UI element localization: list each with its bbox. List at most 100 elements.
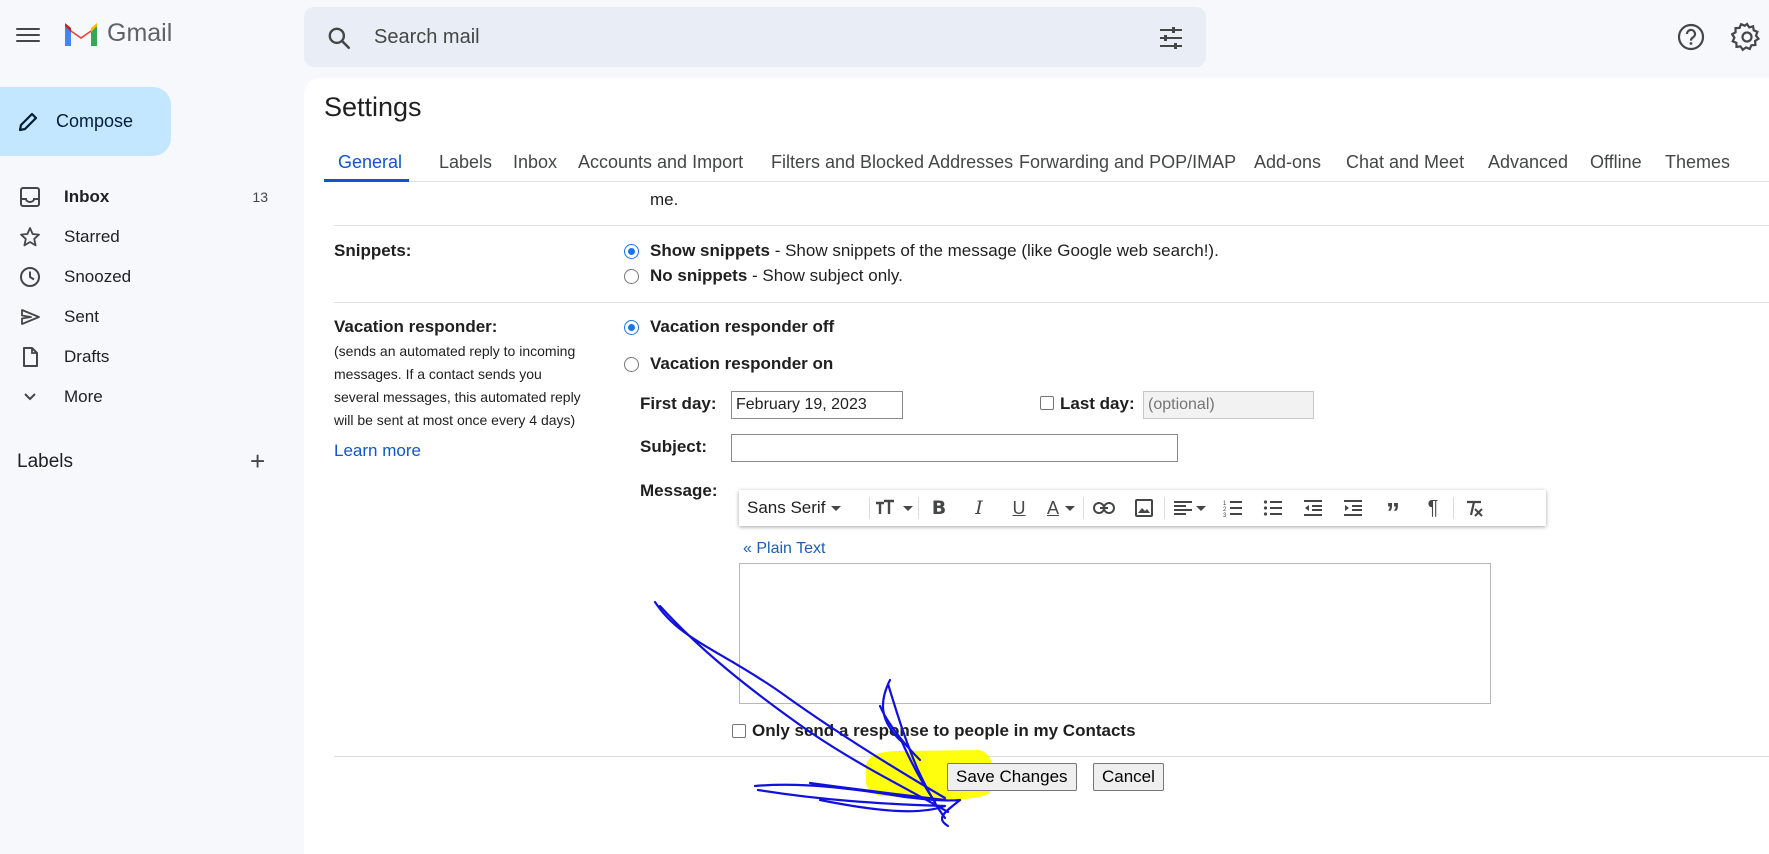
labels-heading: Labels [17, 451, 73, 472]
page-title: Settings [324, 92, 422, 122]
pencil-icon [18, 112, 38, 131]
top-bar: Gmail [0, 0, 1769, 74]
text-color-icon[interactable]: A [1039, 490, 1083, 526]
tab-advanced[interactable]: Advanced [1488, 152, 1568, 173]
chevron-down-icon [18, 385, 42, 409]
tab-add-ons[interactable]: Add-ons [1254, 152, 1321, 173]
tab-inbox[interactable]: Inbox [513, 152, 557, 173]
clock-icon [18, 265, 42, 289]
vacation-responder-description: (sends an automated reply to incoming me… [334, 343, 581, 428]
search-icon[interactable] [326, 25, 352, 51]
first-day-label: First day: [640, 394, 717, 413]
font-family-select[interactable]: Sans Serif [739, 490, 869, 526]
sidebar-item-drafts[interactable]: Drafts [0, 337, 280, 377]
sidebar-item-snoozed[interactable]: Snoozed [0, 257, 280, 297]
tab-offline[interactable]: Offline [1590, 152, 1642, 173]
contacts-only-label: Only send a response to people in my Con… [752, 721, 1136, 740]
active-tab-indicator [324, 179, 409, 182]
send-icon [18, 305, 42, 329]
show-snippets-radio[interactable] [624, 244, 639, 259]
sidebar-item-starred[interactable]: Starred [0, 217, 280, 257]
draft-icon [18, 345, 42, 369]
font-size-icon[interactable] [870, 490, 918, 526]
sidebar-item-label: Starred [64, 227, 120, 246]
tab-chat-and-meet[interactable]: Chat and Meet [1346, 152, 1464, 173]
sidebar-item-label: Sent [64, 307, 99, 326]
tab-themes[interactable]: Themes [1665, 152, 1730, 173]
learn-more-link[interactable]: Learn more [334, 441, 421, 461]
indent-less-icon[interactable] [1293, 490, 1333, 526]
gmail-logo[interactable]: Gmail [63, 19, 172, 48]
help-icon[interactable] [1676, 22, 1706, 52]
unread-count: 13 [252, 189, 268, 205]
save-changes-button[interactable]: Save Changes [947, 763, 1077, 791]
settings-gear-icon[interactable] [1731, 21, 1763, 53]
first-day-input[interactable] [731, 391, 903, 419]
insert-image-icon[interactable] [1124, 490, 1164, 526]
sidebar-item-label: Inbox [64, 187, 110, 206]
bulleted-list-icon[interactable] [1253, 490, 1293, 526]
text-direction-icon[interactable]: ¶ [1413, 490, 1453, 526]
add-label-icon[interactable]: + [250, 448, 265, 474]
snippets-label: Snippets: [334, 241, 412, 260]
message-body-editor[interactable] [739, 563, 1491, 704]
divider [334, 302, 1769, 303]
last-day-input[interactable] [1143, 391, 1314, 419]
vacation-off-option: Vacation responder off [650, 317, 835, 336]
indent-more-icon[interactable] [1333, 490, 1373, 526]
star-icon [18, 225, 42, 249]
plain-text-link[interactable]: « Plain Text [743, 540, 825, 558]
no-snippets-option: No snippets - Show subject only. [650, 266, 903, 285]
remove-formatting-icon[interactable] [1454, 490, 1494, 526]
main-menu-icon[interactable] [14, 24, 42, 48]
subject-input[interactable] [731, 434, 1178, 462]
link-icon[interactable] [1084, 490, 1124, 526]
divider [334, 756, 1769, 757]
align-icon[interactable] [1165, 490, 1213, 526]
quote-icon[interactable]: ” [1373, 490, 1413, 527]
search-bar[interactable] [304, 7, 1206, 67]
underline-icon[interactable]: U [999, 490, 1039, 526]
search-input[interactable] [374, 19, 1134, 55]
sidebar-item-more[interactable]: More [0, 377, 280, 417]
tab-filters[interactable]: Filters and Blocked Addresses [771, 152, 1013, 173]
tab-accounts-and-import[interactable]: Accounts and Import [578, 152, 743, 173]
search-options-icon[interactable] [1158, 26, 1184, 50]
no-snippets-radio[interactable] [624, 269, 639, 284]
app-name: Gmail [107, 19, 173, 47]
italic-icon[interactable]: I [959, 490, 999, 526]
sidebar-item-label: Drafts [64, 347, 110, 366]
last-day-checkbox[interactable] [1040, 396, 1054, 410]
numbered-list-icon[interactable]: 123 [1213, 490, 1253, 526]
previous-setting-text: me. [650, 190, 679, 209]
font-family-label: Sans Serif [747, 498, 826, 517]
gmail-m-icon [65, 22, 97, 46]
cancel-button[interactable]: Cancel [1093, 763, 1164, 791]
last-day-label: Last day: [1060, 394, 1135, 413]
sidebar-item-label: Snoozed [64, 267, 132, 286]
tab-labels[interactable]: Labels [439, 152, 492, 173]
compose-label: Compose [56, 111, 134, 131]
vacation-off-radio[interactable] [624, 320, 639, 335]
settings-tabs: General Labels Inbox Accounts and Import… [324, 144, 1769, 182]
formatting-toolbar: Sans Serif B I U A 123 ” ¶ [739, 490, 1546, 527]
sidebar-item-inbox[interactable]: Inbox 13 [0, 177, 280, 217]
compose-button[interactable]: Compose [0, 87, 171, 156]
settings-panel: Settings General Labels Inbox Accounts a… [304, 78, 1769, 854]
subject-label: Subject: [640, 437, 708, 456]
sidebar-item-label: More [64, 387, 103, 406]
tab-general[interactable]: General [338, 152, 402, 173]
sidebar-item-sent[interactable]: Sent [0, 297, 280, 337]
show-snippets-option: Show snippets - Show snippets of the mes… [650, 241, 1219, 260]
bold-icon[interactable]: B [919, 490, 959, 526]
sidebar-nav: Inbox 13 Starred Snoozed Sent Drafts Mor… [0, 177, 280, 417]
svg-text:3: 3 [1223, 513, 1227, 517]
vacation-on-radio[interactable] [624, 357, 639, 372]
inbox-icon [18, 185, 42, 209]
divider [334, 225, 1769, 226]
vacation-responder-label: Vacation responder: [334, 317, 498, 336]
message-label: Message: [640, 481, 718, 500]
contacts-only-checkbox[interactable] [732, 724, 746, 738]
vacation-on-option: Vacation responder on [650, 354, 834, 373]
tab-forwarding[interactable]: Forwarding and POP/IMAP [1019, 152, 1236, 173]
